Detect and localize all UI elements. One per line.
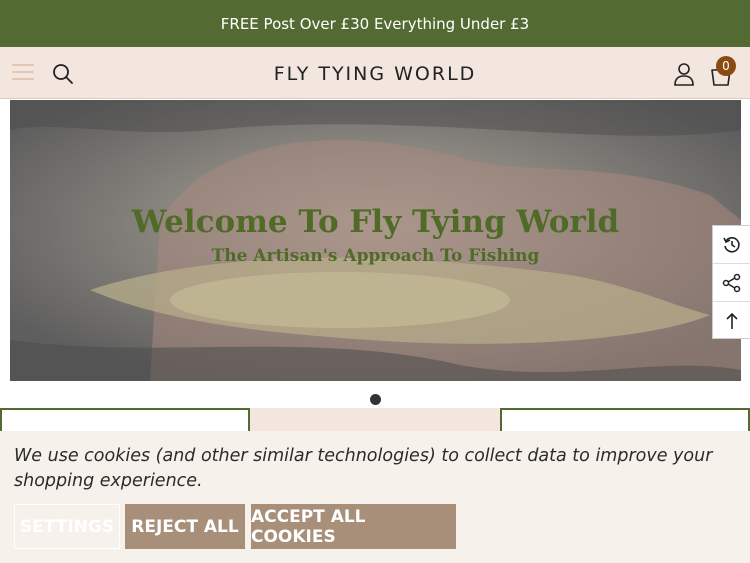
cart-count-badge: 0 bbox=[716, 56, 736, 76]
history-icon[interactable] bbox=[713, 226, 750, 264]
cookie-message: We use cookies (and other similar techno… bbox=[14, 446, 713, 491]
announcement-text: FREE Post Over £30 Everything Under £3 bbox=[220, 14, 530, 33]
reject-all-button[interactable]: REJECT ALL bbox=[125, 504, 245, 549]
site-logo[interactable]: FLY TYING WORLD bbox=[0, 63, 750, 85]
announcement-bar: FREE Post Over £30 Everything Under £3 bbox=[0, 0, 750, 47]
side-toolbar bbox=[712, 225, 750, 339]
arrow-up-icon[interactable] bbox=[713, 302, 750, 340]
share-icon[interactable] bbox=[713, 264, 750, 302]
site-header: FLY TYING WORLD 0 bbox=[0, 47, 750, 99]
hero-title: Welcome To Fly Tying World bbox=[131, 204, 620, 240]
hamburger-icon[interactable] bbox=[12, 64, 34, 82]
hero-image bbox=[10, 100, 741, 381]
hero-subtitle: The Artisan's Approach To Fishing bbox=[211, 246, 540, 266]
user-icon[interactable] bbox=[673, 62, 695, 86]
accept-all-cookies-button[interactable]: ACCEPT ALL COOKIES bbox=[251, 504, 456, 549]
search-icon[interactable] bbox=[52, 63, 74, 85]
hero-banner[interactable]: Welcome To Fly Tying World The Artisan's… bbox=[10, 100, 741, 381]
cookie-settings-button[interactable]: SETTINGS bbox=[14, 504, 120, 549]
cookie-banner: We use cookies (and other similar techno… bbox=[0, 431, 750, 563]
slideshow-dot[interactable] bbox=[370, 394, 381, 405]
